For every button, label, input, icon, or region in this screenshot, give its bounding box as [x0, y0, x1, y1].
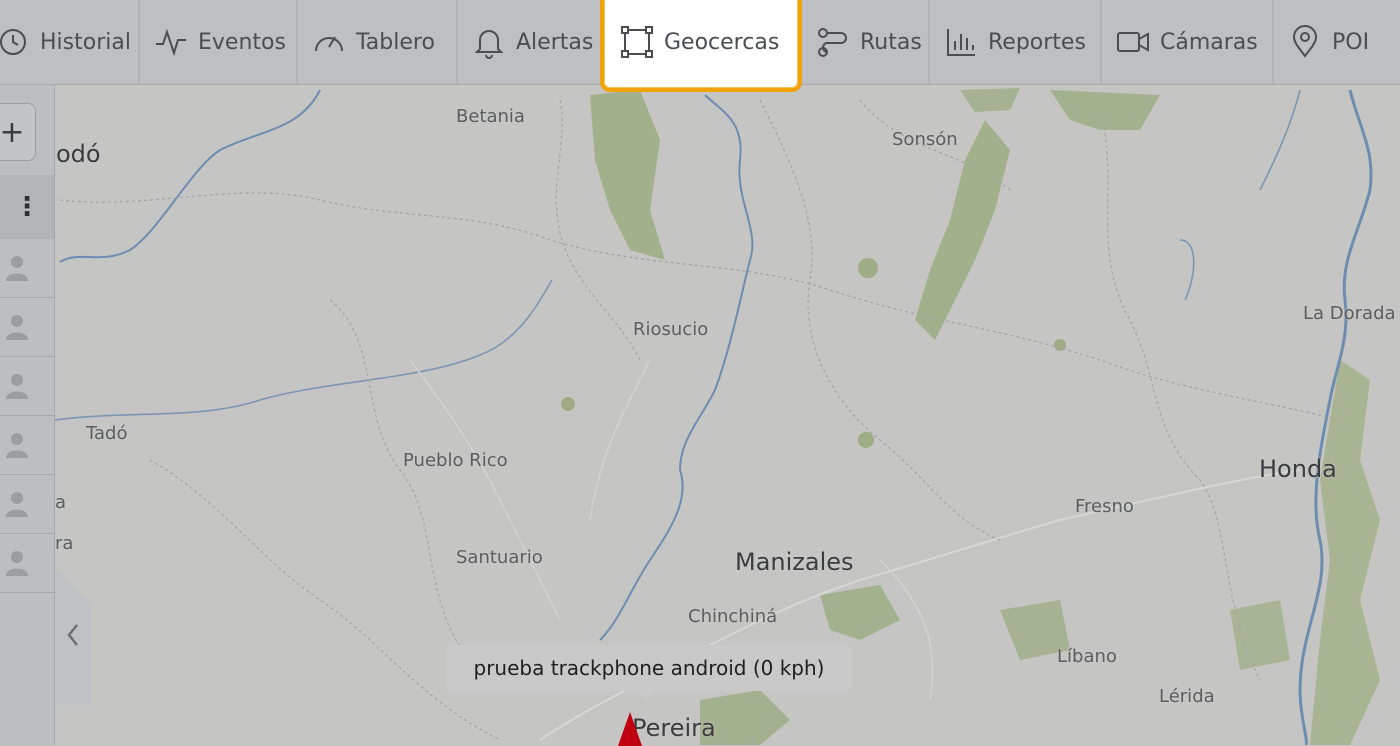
tab-label: Rutas [860, 29, 922, 55]
tab-label: Alertas [516, 29, 594, 55]
device-list-item[interactable] [0, 534, 54, 593]
place-label: a [55, 492, 67, 513]
place-label: Líbano [1057, 646, 1117, 667]
place-label: Riosucio [633, 319, 709, 340]
user-icon [6, 551, 28, 576]
place-label: Sonsón [892, 129, 958, 150]
user-icon [6, 256, 28, 281]
vehicle-marker[interactable] [618, 712, 642, 746]
device-list-item[interactable] [0, 298, 54, 357]
tab-tablero[interactable]: Tablero [298, 0, 458, 84]
tab-poi[interactable]: POI [1274, 0, 1400, 84]
tab-alertas[interactable]: Alertas [458, 0, 602, 84]
tab-label: Reportes [988, 29, 1086, 55]
history-icon [0, 29, 26, 55]
forest-area [858, 258, 878, 278]
device-list-item[interactable] [0, 357, 54, 416]
device-list-item[interactable] [0, 416, 54, 475]
place-label: Betania [456, 106, 525, 127]
place-label: Chinchiná [688, 606, 778, 627]
tab-geocercas[interactable]: Geocercas [600, 0, 802, 92]
user-icon [6, 492, 28, 517]
forest-area [561, 397, 575, 411]
place-label: Fresno [1075, 496, 1134, 517]
user-icon [6, 315, 28, 340]
tab-historial[interactable]: Historial [0, 0, 140, 84]
place-label: Honda [1259, 455, 1337, 483]
tab-label: Eventos [198, 29, 286, 55]
device-list-item[interactable] [0, 475, 54, 534]
gauge-icon [315, 36, 343, 52]
device-sidebar: + ⋮ [0, 85, 55, 745]
pulse-icon [156, 28, 186, 57]
tab-rutas[interactable]: Rutas [802, 0, 930, 84]
add-device-button[interactable]: + [0, 103, 36, 161]
tab-reportes[interactable]: Reportes [930, 0, 1102, 84]
camera-icon [1117, 32, 1149, 52]
user-icon [6, 433, 28, 458]
forest-area [1230, 600, 1290, 670]
forest-area [858, 432, 874, 448]
place-label: Lérida [1159, 686, 1215, 707]
map-canvas[interactable] [0, 0, 1400, 745]
top-navigation: Historial Eventos Tablero Alertas Geocer… [0, 0, 1400, 92]
place-label: Pereira [632, 714, 716, 742]
tab-label: Historial [40, 29, 131, 55]
place-label: Pueblo Rico [403, 450, 508, 471]
tab-label: Cámaras [1160, 29, 1258, 55]
collapse-sidebar-button[interactable] [55, 565, 91, 705]
place-label: ra [55, 533, 74, 554]
place-label: Tadó [86, 423, 128, 444]
more-options-button[interactable]: ⋮ [0, 175, 54, 239]
bar-chart-icon [947, 29, 975, 56]
device-list-item[interactable] [0, 239, 54, 298]
tab-label: Geocercas [664, 29, 780, 55]
tab-camaras[interactable]: Cámaras [1102, 0, 1274, 84]
vehicle-tooltip: prueba trackphone android (0 kph) [446, 645, 852, 701]
tab-eventos[interactable]: Eventos [140, 0, 298, 84]
tab-label: Tablero [356, 29, 435, 55]
geofence-icon [621, 26, 653, 58]
place-label: La Dorada [1303, 303, 1396, 324]
bell-icon [474, 30, 504, 59]
place-label: Santuario [456, 547, 543, 568]
route-icon [818, 28, 847, 57]
tab-label: POI [1332, 29, 1370, 55]
user-icon [6, 374, 28, 399]
place-label: odó [56, 140, 101, 168]
place-label: Manizales [735, 548, 854, 576]
map-pin-icon [1292, 25, 1318, 58]
